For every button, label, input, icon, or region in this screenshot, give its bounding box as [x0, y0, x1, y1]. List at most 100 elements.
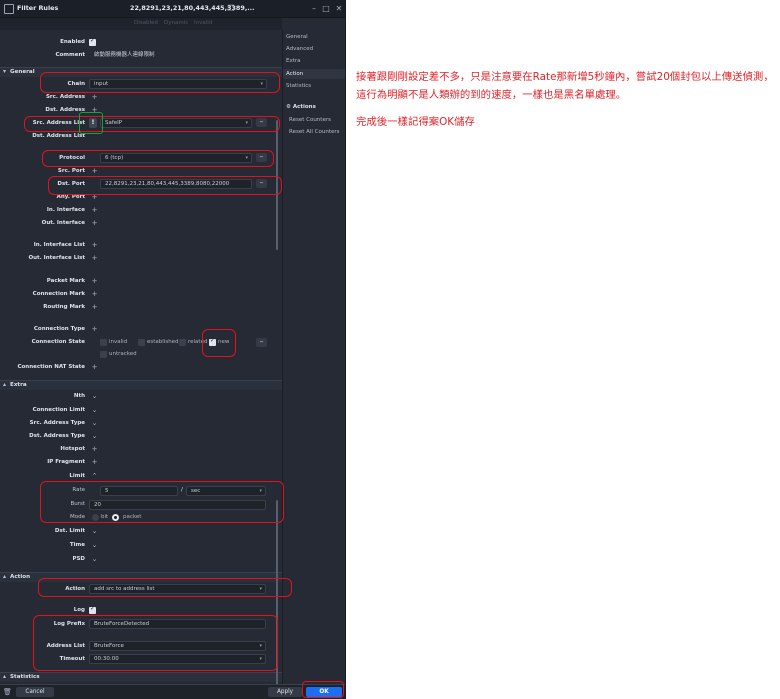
hotspot-add-icon[interactable]: +: [91, 446, 98, 453]
nth-chevron-icon[interactable]: ⌄: [91, 393, 98, 400]
status-tabs: Disabled Dynamic Invalid: [0, 18, 282, 30]
hotspot-label: Hotspot: [60, 446, 85, 452]
window-icon: [4, 4, 14, 14]
annotation-limit: [40, 481, 284, 523]
add-connection-mark-icon[interactable]: +: [91, 291, 98, 298]
add-connection-nat-state-icon[interactable]: +: [91, 364, 98, 371]
annotation-note: 接著跟剛剛設定差不多，只是注意要在Rate那新增5秒鐘內，嘗試20個封包以上傳送…: [356, 68, 774, 140]
dst-limit-chevron-icon[interactable]: ⌄: [91, 528, 98, 535]
section-extra[interactable]: ▴ Extra: [0, 380, 282, 390]
add-src-port-icon[interactable]: +: [91, 168, 98, 175]
dst-limit-label: Dst. Limit: [54, 528, 85, 534]
psd-label: PSD: [72, 556, 85, 562]
annotation-log: [33, 615, 278, 671]
section-statistics-title: Statistics: [10, 674, 40, 680]
state-related-checkbox[interactable]: [179, 339, 186, 346]
src-address-type-chevron-icon[interactable]: ⌄: [91, 420, 98, 427]
tab-invalid[interactable]: Invalid: [194, 20, 212, 26]
dst-address-type-label: Dst. Address Type: [29, 433, 85, 439]
reset-counters-button[interactable]: Reset Counters: [289, 117, 331, 123]
tab-dynamic[interactable]: Dynamic: [164, 20, 188, 26]
annotation-state-new: [202, 329, 236, 357]
section-action-title: Action: [10, 574, 31, 580]
actions-gear-icon: ⚙: [286, 104, 291, 110]
nav-general[interactable]: General: [286, 34, 308, 40]
add-src-address-icon[interactable]: +: [91, 94, 98, 101]
limit-label: Limit: [69, 473, 85, 479]
nav-advanced[interactable]: Advanced: [286, 46, 313, 52]
connection-mark-label: Connection Mark: [32, 291, 85, 297]
in-interface-list-label: In. Interface List: [33, 242, 85, 248]
limit-chevron-icon[interactable]: ⌃: [91, 473, 98, 480]
nav-statistics[interactable]: Statistics: [286, 83, 311, 89]
state-invalid-label: invalid: [109, 339, 128, 345]
time-chevron-icon[interactable]: ⌄: [91, 542, 98, 549]
reset-all-counters-button[interactable]: Reset All Counters: [289, 129, 340, 135]
collapse-icon: ▴: [3, 381, 7, 388]
state-invalid-checkbox[interactable]: [100, 339, 107, 346]
trash-icon[interactable]: 🗑: [3, 687, 12, 697]
connection-type-label: Connection Type: [33, 326, 85, 332]
note-paragraph: 接著跟剛剛設定差不多，只是注意要在Rate那新增5秒鐘內，嘗試20個封包以上傳送…: [356, 71, 774, 101]
cancel-button[interactable]: Cancel: [16, 687, 54, 697]
add-routing-mark-icon[interactable]: +: [91, 304, 98, 311]
log-label: Log: [73, 607, 85, 613]
connection-state-label: Connection State: [31, 339, 85, 345]
connection-limit-chevron-icon[interactable]: ⌄: [91, 407, 98, 414]
section-statistics[interactable]: ▴ Statistics: [0, 672, 282, 682]
enabled-label: Enabled: [60, 39, 85, 45]
annotation-action: [38, 578, 292, 597]
tab-disabled[interactable]: Disabled: [134, 20, 158, 26]
minimize-icon[interactable]: –: [309, 3, 319, 14]
connection-nat-state-label: Connection NAT State: [17, 364, 85, 370]
add-any-port-icon[interactable]: +: [91, 194, 98, 201]
close-icon[interactable]: ✕: [334, 3, 344, 14]
nav-action[interactable]: Action: [286, 71, 303, 77]
annotation-ok: [302, 681, 344, 698]
enabled-checkbox[interactable]: [89, 37, 96, 46]
out-interface-label: Out. Interface: [41, 220, 85, 226]
ip-fragment-add-icon[interactable]: +: [91, 459, 98, 466]
comment-field[interactable]: 啟動服務機器人連線限制: [89, 50, 267, 60]
copy-icon[interactable]: ❐: [226, 3, 236, 14]
collapse-icon: ▾: [3, 68, 7, 75]
section-general-title: General: [10, 69, 35, 75]
time-label: Time: [69, 542, 85, 548]
filter-rules-window: Filter Rules 22,8291,23,21,80,443,445,33…: [0, 0, 346, 699]
routing-mark-label: Routing Mark: [43, 304, 85, 310]
add-packet-mark-icon[interactable]: +: [91, 278, 98, 285]
maximize-icon[interactable]: □: [321, 3, 331, 14]
psd-chevron-icon[interactable]: ⌄: [91, 556, 98, 563]
section-extra-title: Extra: [10, 382, 27, 388]
note-paragraph: 完成後一樣記得案OK儲存: [356, 116, 475, 128]
add-in-interface-list-icon[interactable]: +: [91, 242, 98, 249]
apply-button[interactable]: Apply: [268, 687, 302, 697]
collapse-icon: ▴: [3, 573, 7, 580]
annotation-negate: [79, 112, 103, 134]
bottom-bar: 🗑 Cancel Apply OK: [0, 684, 345, 699]
add-out-interface-list-icon[interactable]: +: [91, 255, 98, 262]
remove-connection-state-button[interactable]: –: [256, 338, 267, 347]
nth-label: Nth: [73, 393, 85, 399]
src-address-type-label: Src. Address Type: [29, 420, 85, 426]
comment-label: Comment: [55, 52, 85, 58]
add-connection-type-icon[interactable]: +: [91, 326, 98, 333]
add-in-interface-icon[interactable]: +: [91, 207, 98, 214]
connection-limit-label: Connection Limit: [32, 407, 85, 413]
annotation-chain: [40, 72, 280, 93]
src-address-label: Src. Address: [45, 94, 85, 100]
in-interface-label: In. Interface: [46, 207, 85, 213]
dst-address-type-chevron-icon[interactable]: ⌄: [91, 433, 98, 440]
nav-extra[interactable]: Extra: [286, 58, 301, 64]
log-checkbox[interactable]: [89, 605, 96, 614]
state-untracked-label: untracked: [109, 351, 137, 357]
annotation-protocol: [42, 150, 274, 167]
add-out-interface-icon[interactable]: +: [91, 220, 98, 227]
window-title: Filter Rules: [17, 4, 59, 12]
dst-address-list-label: Dst. Address List: [32, 133, 85, 139]
state-established-checkbox[interactable]: [138, 339, 145, 346]
annotation-dst-port: [48, 176, 282, 195]
state-untracked-checkbox[interactable]: [100, 351, 107, 358]
actions-title: ⚙ Actions: [286, 104, 316, 110]
state-established-label: established: [147, 339, 179, 345]
